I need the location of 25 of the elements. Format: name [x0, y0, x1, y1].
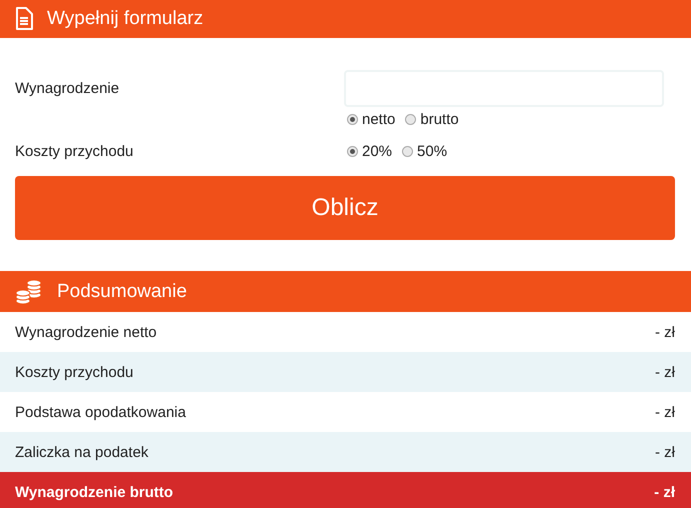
row-value: - zł	[655, 364, 675, 380]
calculate-button[interactable]: Oblicz	[15, 176, 675, 240]
radio-label: 50%	[417, 143, 448, 160]
field-label: Wynagrodzenie	[15, 79, 120, 99]
radio-button[interactable]	[347, 146, 358, 157]
row-value: - zł	[655, 444, 675, 460]
row-value: - zł	[655, 404, 675, 420]
field-label: Koszty przychodu	[15, 143, 134, 160]
radio-label: netto	[362, 111, 396, 128]
coins-icon	[15, 278, 43, 304]
row-label: Koszty przychodu	[15, 364, 134, 380]
section-title: Podsumowanie	[57, 280, 187, 302]
row-value: - zł	[655, 324, 675, 340]
radio-label: brutto	[420, 111, 459, 128]
radio-button[interactable]	[405, 114, 416, 125]
row-label: Zaliczka na podatek	[15, 444, 148, 460]
section-title: Wypełnij formularz	[47, 8, 204, 30]
radio-button[interactable]	[347, 114, 358, 125]
row-label: Podstawa opodatkowania	[15, 404, 186, 420]
row-label: Wynagrodzenie netto	[15, 324, 157, 340]
row-label: Wynagrodzenie brutto	[15, 484, 174, 500]
document-icon	[15, 7, 33, 31]
radio-label: 20%	[362, 143, 392, 160]
radio-button[interactable]	[402, 146, 414, 157]
row-value: - zł	[654, 484, 675, 500]
